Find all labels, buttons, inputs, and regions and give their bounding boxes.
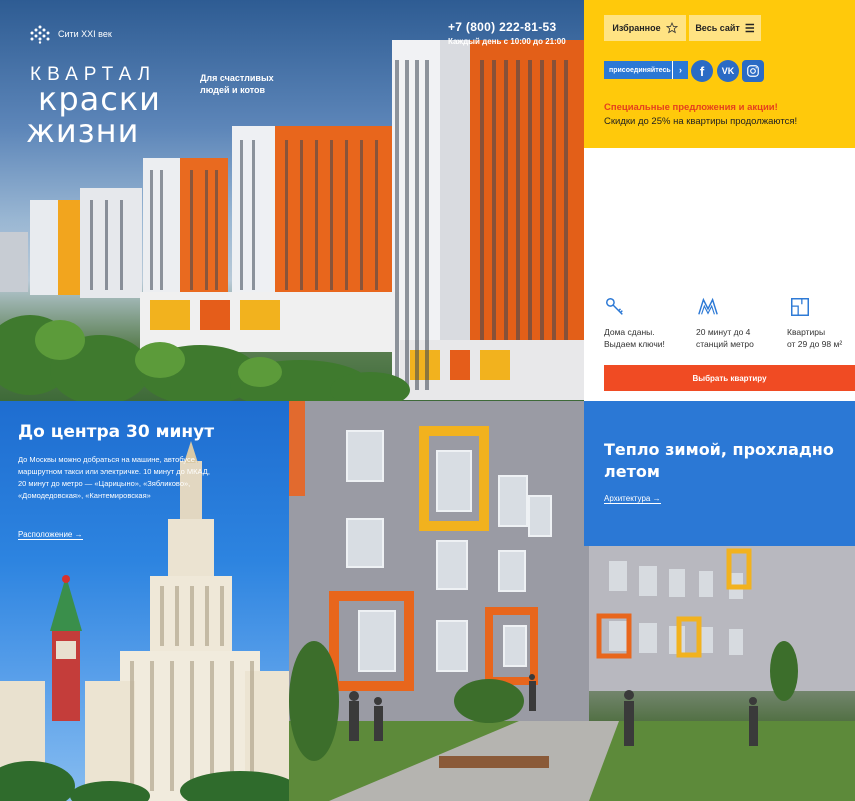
- key-icon: [606, 298, 623, 315]
- instagram-glyph: [747, 65, 759, 77]
- location-link[interactable]: Расположение →: [18, 530, 83, 540]
- site-menu-button[interactable]: Весь сайт ☰: [689, 15, 761, 41]
- hamburger-icon: ☰: [744, 22, 755, 35]
- hero-title-line1: краски: [38, 80, 161, 118]
- location-title: До центра 30 минут: [18, 422, 215, 442]
- feature-metro-line1: 20 минут до 4: [696, 327, 751, 337]
- hero-section: Сити XXI век +7 (800) 222-81-53 Каждый д…: [0, 0, 584, 401]
- site-menu-label: Весь сайт: [695, 23, 740, 33]
- architecture-link[interactable]: Архитектура →: [604, 494, 661, 504]
- promo-text: Скидки до 25% на квартиры продолжаются!: [604, 116, 798, 127]
- favorites-button[interactable]: Избранное: [604, 15, 686, 41]
- vk-icon[interactable]: VK: [717, 60, 739, 82]
- feature-metro-line2: станций метро: [696, 339, 754, 349]
- feature-apartments: Квартиры от 29 до 98 м²: [787, 326, 842, 350]
- feature-metro: 20 минут до 4 станций метро: [696, 326, 754, 350]
- star-icon: [665, 22, 678, 34]
- feature-keys-line1: Дома сданы.: [604, 327, 655, 337]
- hero-tagline: Для счастливых людей и котов: [200, 73, 274, 95]
- metro-icon: [698, 297, 718, 315]
- phone-number[interactable]: +7 (800) 222-81-53: [448, 20, 556, 34]
- logo-dots-icon: [30, 25, 50, 44]
- facebook-icon[interactable]: f: [691, 60, 713, 82]
- hero-buildings-illustration: [0, 40, 584, 401]
- logo[interactable]: Сити XXI век: [28, 24, 112, 44]
- join-label: присоединяйтесь: [609, 66, 671, 74]
- promo-title[interactable]: Специальные предложения и акции!: [604, 102, 778, 113]
- architecture-card: Тепло зимой, прохладно летом Архитектура…: [584, 401, 855, 546]
- feature-apartments-line2: от 29 до 98 м²: [787, 339, 843, 349]
- apartment-plan-icon: [791, 298, 809, 316]
- architecture-title: Тепло зимой, прохладно летом: [604, 440, 834, 481]
- location-text: До Москвы можно добраться на машине, авт…: [18, 455, 210, 500]
- feature-apartments-line1: Квартиры: [787, 327, 826, 337]
- feature-keys-line2: Выдаем ключи!: [604, 339, 665, 349]
- working-hours: Каждый день с 10:00 до 21:00: [448, 37, 566, 46]
- hero-title-line2: жизни: [26, 112, 140, 150]
- feature-keys: Дома сданы. Выдаем ключи!: [604, 326, 665, 350]
- instagram-icon[interactable]: [742, 60, 764, 82]
- features-panel: Дома сданы. Выдаем ключи! 20 минут до 4 …: [584, 148, 855, 401]
- join-button[interactable]: присоединяйтесь ›: [604, 61, 688, 79]
- location-section: До центра 30 минут До Москвы можно добра…: [0, 401, 289, 801]
- choose-apartment-button[interactable]: Выбрать квартиру: [604, 365, 855, 391]
- topbar-panel: Избранное Весь сайт ☰ присоединяйтесь › …: [584, 0, 855, 148]
- chevron-right-icon: ›: [672, 61, 688, 79]
- favorites-label: Избранное: [612, 23, 661, 33]
- logo-text: Сити XXI век: [58, 29, 112, 39]
